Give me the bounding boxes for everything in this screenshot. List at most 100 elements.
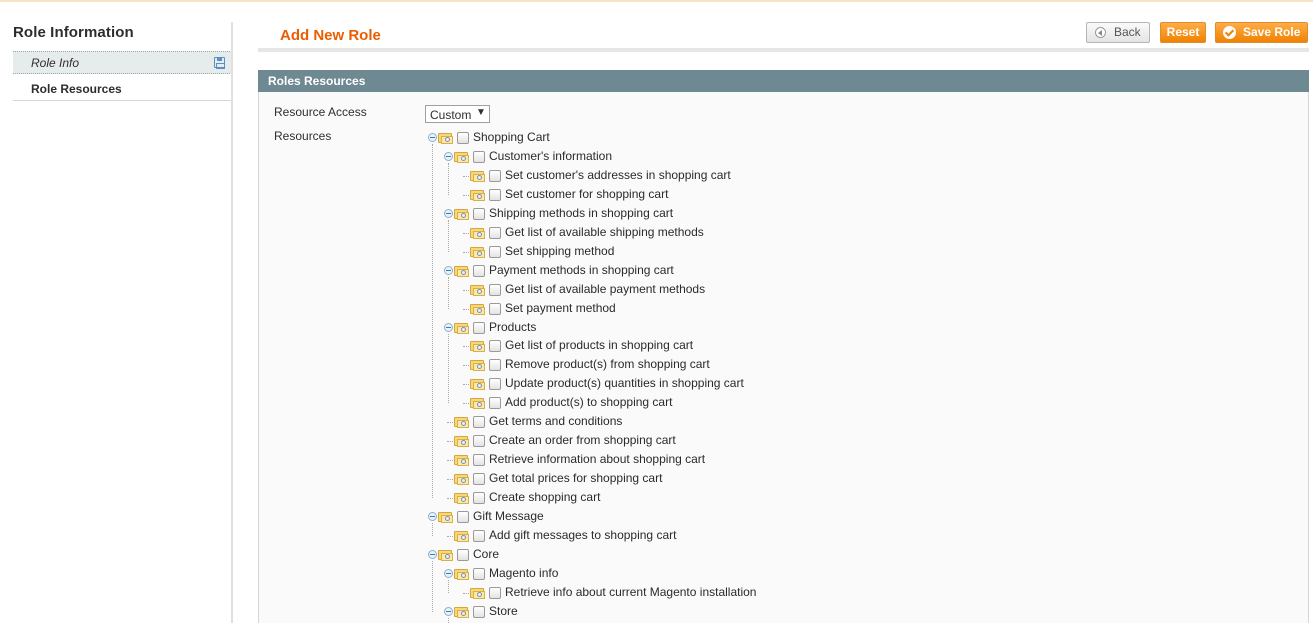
resource-label[interactable]: Get list of available payment methods	[505, 282, 705, 297]
save-role-button[interactable]: Save Role	[1215, 22, 1308, 43]
reset-button[interactable]: Reset	[1160, 22, 1206, 43]
resource-label[interactable]: Get list of products in shopping cart	[505, 338, 693, 353]
page-title: Add New Role	[280, 27, 381, 44]
folder-icon	[454, 416, 470, 428]
tab-role-resources[interactable]: Role Resources	[13, 75, 232, 101]
collapse-toggle-icon[interactable]	[444, 266, 453, 275]
resource-checkbox[interactable]	[473, 606, 485, 618]
resource-label[interactable]: Magento info	[489, 566, 558, 581]
resource-checkbox[interactable]	[457, 132, 469, 144]
resource-checkbox[interactable]	[473, 416, 485, 428]
resource-label[interactable]: Shopping Cart	[473, 130, 550, 145]
tree-node: Create shopping cart	[444, 490, 844, 509]
collapse-toggle-icon[interactable]	[444, 152, 453, 161]
resource-label[interactable]: Create shopping cart	[489, 490, 600, 505]
resource-label[interactable]: Add product(s) to shopping cart	[505, 395, 672, 410]
back-button-label: Back	[1114, 25, 1141, 39]
tree-node: Gift Message	[428, 509, 828, 528]
resource-checkbox[interactable]	[457, 549, 469, 561]
resource-label[interactable]: Customer's information	[489, 149, 612, 164]
collapse-toggle-icon[interactable]	[444, 569, 453, 578]
tree-node: Store	[444, 604, 844, 623]
resource-checkbox[interactable]	[473, 454, 485, 466]
resource-label[interactable]: Set payment method	[505, 301, 616, 316]
resource-checkbox[interactable]	[473, 568, 485, 580]
tab-role-resources-label: Role Resources	[31, 82, 122, 96]
collapse-toggle-icon[interactable]	[444, 323, 453, 332]
tree-guide-line	[432, 523, 433, 536]
resource-label[interactable]: Set customer for shopping cart	[505, 187, 668, 202]
folder-icon	[470, 246, 486, 258]
resource-label[interactable]: Retrieve information about shopping cart	[489, 452, 705, 467]
resource-label[interactable]: Products	[489, 320, 536, 335]
resource-checkbox[interactable]	[489, 189, 501, 201]
resource-checkbox[interactable]	[489, 378, 501, 390]
resource-label[interactable]: Retrieve info about current Magento inst…	[505, 585, 756, 600]
resource-label[interactable]: Set customer's addresses in shopping car…	[505, 168, 731, 183]
resource-checkbox[interactable]	[489, 284, 501, 296]
tree-guide-line	[432, 144, 433, 498]
tree-guide-line	[448, 334, 449, 403]
resource-checkbox[interactable]	[489, 587, 501, 599]
resource-checkbox[interactable]	[489, 397, 501, 409]
collapse-toggle-icon[interactable]	[428, 512, 437, 521]
tree-node: Payment methods in shopping cart	[444, 263, 844, 282]
folder-icon	[454, 568, 470, 580]
tree-node: Set customer's addresses in shopping car…	[460, 168, 860, 187]
resource-checkbox[interactable]	[473, 265, 485, 277]
resource-checkbox[interactable]	[489, 359, 501, 371]
tab-role-info[interactable]: Role Info	[13, 51, 232, 74]
sidebar-title: Role Information	[13, 24, 134, 41]
collapse-toggle-icon[interactable]	[444, 607, 453, 616]
folder-icon	[438, 549, 454, 561]
resource-checkbox[interactable]	[457, 511, 469, 523]
resource-checkbox[interactable]	[473, 435, 485, 447]
resource-label[interactable]: Get total prices for shopping cart	[489, 471, 662, 486]
tree-guide-line	[448, 163, 449, 195]
collapse-toggle-icon[interactable]	[444, 209, 453, 218]
folder-icon	[470, 378, 486, 390]
folder-icon	[470, 397, 486, 409]
tree-node: Shopping Cart	[428, 130, 828, 149]
tree-node: Update product(s) quantities in shopping…	[460, 376, 860, 395]
tree-guide-line	[432, 561, 433, 612]
resource-checkbox[interactable]	[489, 246, 501, 258]
resource-checkbox[interactable]	[489, 170, 501, 182]
resource-label[interactable]: Remove product(s) from shopping cart	[505, 357, 710, 372]
resource-checkbox[interactable]	[489, 227, 501, 239]
resource-label[interactable]: Get list of available shipping methods	[505, 225, 704, 240]
collapse-toggle-icon[interactable]	[428, 133, 437, 142]
tree-node: Get list of products in shopping cart	[460, 338, 860, 357]
resource-access-select[interactable]: Custom ▼	[425, 105, 490, 123]
folder-icon	[454, 492, 470, 504]
collapse-toggle-icon[interactable]	[428, 550, 437, 559]
tree-guide-line	[448, 277, 449, 309]
resource-label[interactable]: Payment methods in shopping cart	[489, 263, 674, 278]
resource-label[interactable]: Set shipping method	[505, 244, 614, 259]
resource-checkbox[interactable]	[473, 208, 485, 220]
folder-icon	[454, 473, 470, 485]
tree-node: Get list of available payment methods	[460, 282, 860, 301]
dropdown-arrow-icon: ▼	[476, 107, 486, 118]
resource-label[interactable]: Gift Message	[473, 509, 544, 524]
tree-node: Get terms and conditions	[444, 414, 844, 433]
back-button[interactable]: Back	[1086, 22, 1150, 43]
resource-checkbox[interactable]	[473, 322, 485, 334]
resource-checkbox[interactable]	[473, 473, 485, 485]
resource-label[interactable]: Shipping methods in shopping cart	[489, 206, 673, 221]
resource-checkbox[interactable]	[489, 340, 501, 352]
tree-node: Create an order from shopping cart	[444, 433, 844, 452]
resource-label[interactable]: Store	[489, 604, 518, 619]
resource-label[interactable]: Add gift messages to shopping cart	[489, 528, 676, 543]
save-role-button-label: Save Role	[1243, 25, 1301, 39]
resource-label[interactable]: Get terms and conditions	[489, 414, 622, 429]
folder-icon	[470, 303, 486, 315]
resource-checkbox[interactable]	[473, 151, 485, 163]
resource-checkbox[interactable]	[473, 530, 485, 542]
resource-checkbox[interactable]	[473, 492, 485, 504]
resource-label[interactable]: Core	[473, 547, 499, 562]
resource-label[interactable]: Create an order from shopping cart	[489, 433, 676, 448]
resource-checkbox[interactable]	[489, 303, 501, 315]
folder-icon	[454, 265, 470, 277]
resource-label[interactable]: Update product(s) quantities in shopping…	[505, 376, 744, 391]
